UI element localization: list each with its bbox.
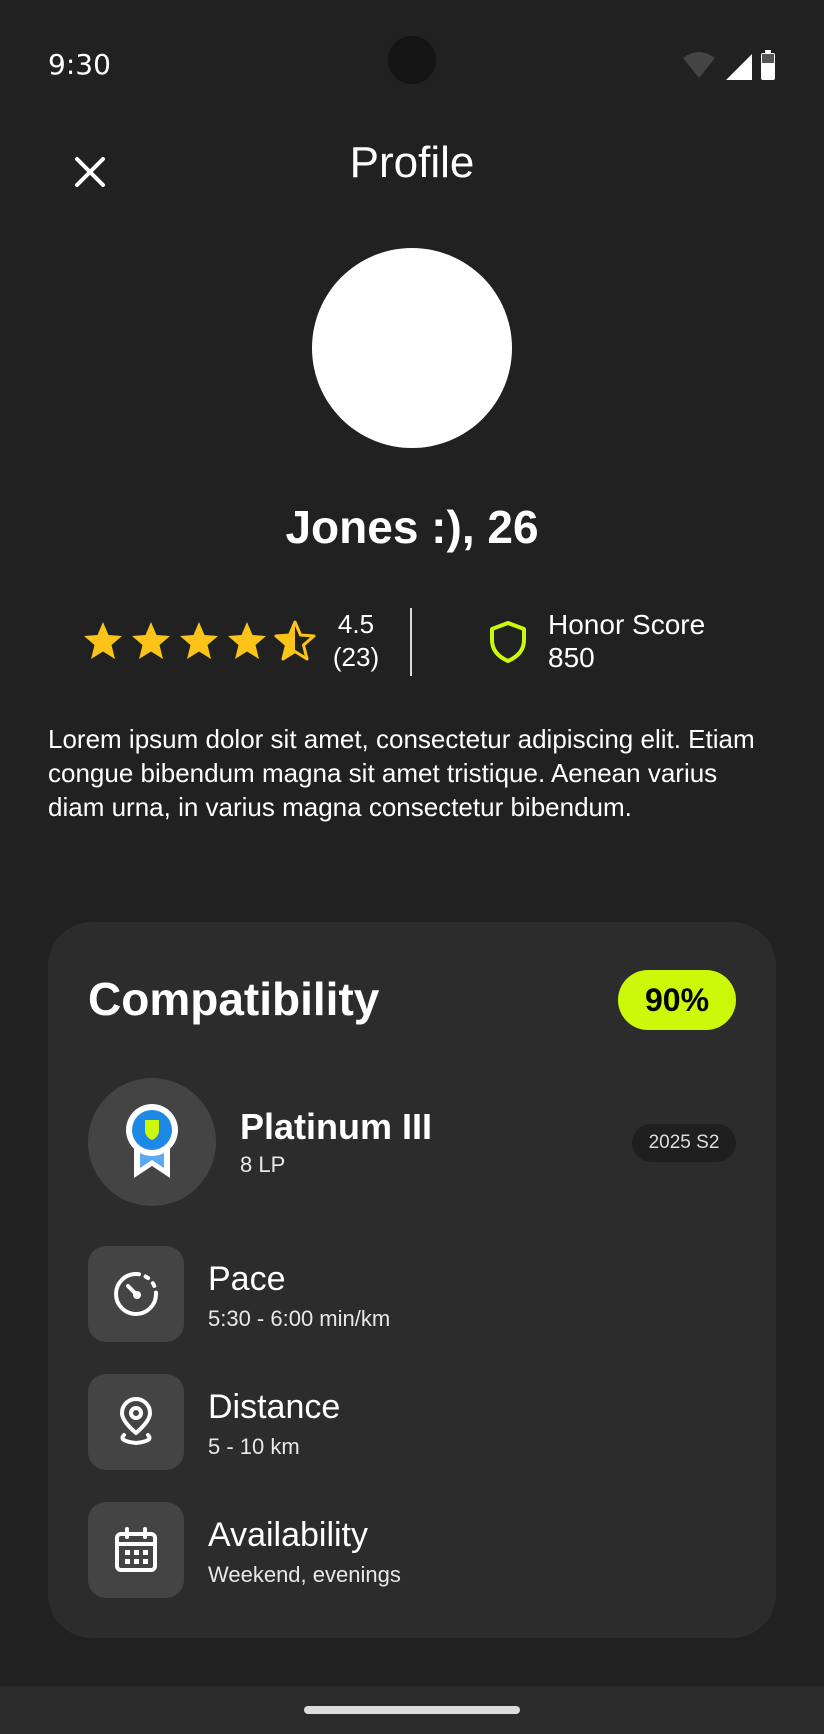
wifi-icon [683, 52, 715, 78]
rating-summary: 4.5 (23) [320, 608, 392, 674]
distance-value: 5 - 10 km [208, 1434, 300, 1459]
camera-cutout [388, 36, 436, 84]
stats-row: 4.5 (23) Honor Score 850 [0, 600, 824, 680]
rating-value: 4.5 [337, 609, 375, 639]
honor-label: Honor Score [548, 609, 706, 640]
rank-row: Platinum III 8 LP 2025 S2 [88, 1078, 736, 1206]
page-title: Profile [349, 138, 475, 187]
star-full-icon [132, 622, 170, 659]
availability-value: Weekend, evenings [208, 1562, 401, 1587]
star-full-icon [84, 622, 122, 659]
pace-label: Pace [208, 1260, 286, 1298]
speedometer-icon [114, 1272, 158, 1316]
stats-divider [410, 608, 412, 676]
star-rating [82, 620, 316, 662]
season-chip: 2025 S2 [632, 1124, 736, 1162]
location-pin-icon [120, 1397, 152, 1446]
avatar [312, 248, 512, 448]
signal-icon [726, 54, 752, 80]
compatibility-title: Compatibility [88, 973, 380, 1025]
rank-title: Platinum III [240, 1106, 433, 1147]
preference-row-pace: Pace 5:30 - 6:00 min/km [88, 1246, 736, 1342]
distance-icon-tile [88, 1374, 184, 1470]
battery-icon [761, 50, 775, 80]
calendar-icon [115, 1527, 157, 1572]
pace-icon-tile [88, 1246, 184, 1342]
top-app-bar: Profile [0, 120, 824, 210]
preference-row-availability: Availability Weekend, evenings [88, 1502, 736, 1598]
compatibility-card: Compatibility 90% Platinum III 8 LP 2025… [48, 922, 776, 1638]
system-nav-bar [0, 1686, 824, 1734]
star-full-icon [180, 622, 218, 659]
honor-value: 850 [548, 642, 595, 673]
bio-text: Lorem ipsum dolor sit amet, consectetur … [48, 724, 755, 822]
compatibility-percent-badge: 90% [618, 970, 736, 1030]
availability-icon-tile [88, 1502, 184, 1598]
pace-value: 5:30 - 6:00 min/km [208, 1306, 391, 1331]
status-bar: 9:30 [0, 0, 824, 120]
shield-icon-wrapper [488, 620, 528, 669]
shield-icon [490, 621, 526, 663]
status-icons [682, 50, 776, 80]
honor-score: Honor Score 850 [548, 608, 705, 674]
rank-lp: 8 LP [240, 1152, 286, 1177]
star-half-icon [274, 620, 316, 661]
distance-label: Distance [208, 1388, 341, 1426]
star-full-icon [228, 622, 266, 659]
user-name-age: Jones :), 26 [285, 501, 539, 553]
home-indicator[interactable] [304, 1706, 520, 1714]
availability-label: Availability [208, 1516, 369, 1554]
preference-row-distance: Distance 5 - 10 km [88, 1374, 736, 1470]
status-time: 9:30 [48, 48, 111, 81]
rank-medal [88, 1078, 216, 1206]
rating-count: (23) [332, 642, 380, 672]
medal-icon [126, 1104, 178, 1178]
